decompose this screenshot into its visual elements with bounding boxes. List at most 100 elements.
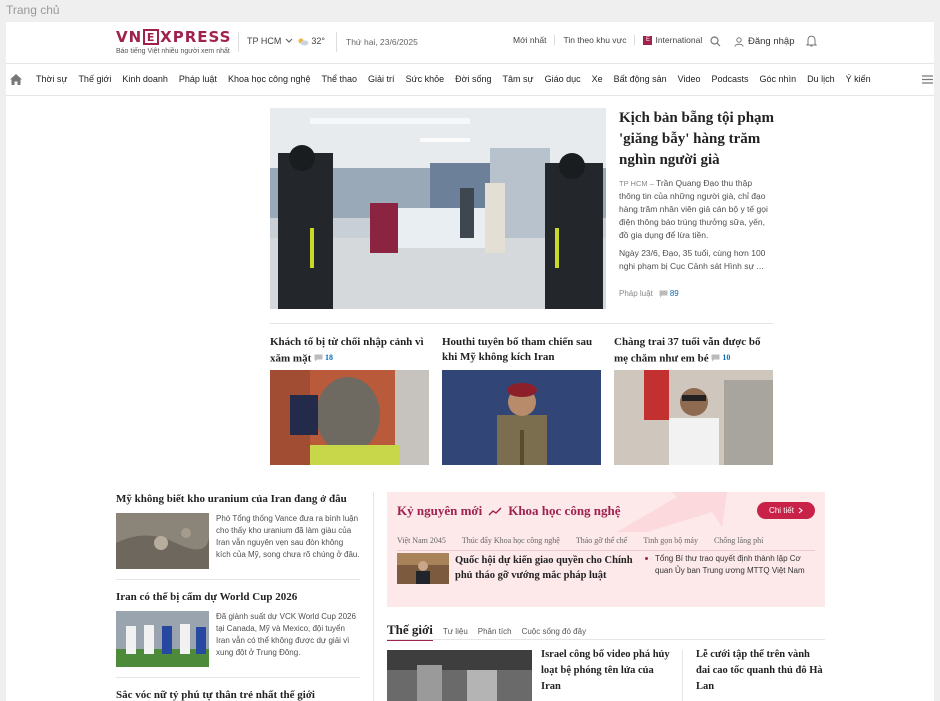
- left-article-title[interactable]: Iran có thể bị cấm dự World Cup 2026: [116, 590, 360, 604]
- nav-item[interactable]: Thể thao: [322, 74, 358, 84]
- bell-icon[interactable]: [806, 35, 817, 47]
- menu-icon[interactable]: [922, 75, 933, 84]
- nav-item[interactable]: Kinh doanh: [122, 74, 168, 84]
- innovation-detail-label: Chi tiết: [769, 506, 794, 515]
- chevron-right-icon: [798, 507, 803, 514]
- chevron-down-icon: [285, 38, 293, 43]
- left-article[interactable]: Iran có thể bị cấm dự World Cup 2026 Đã …: [116, 590, 360, 667]
- nav-item[interactable]: Sức khỏe: [406, 74, 445, 84]
- sub-article-title-text: Khách tố bị từ chối nhập cảnh vì xăm mặt: [270, 336, 424, 365]
- innovation-heading-left: Kỷ nguyên mới: [397, 503, 483, 518]
- sub-article[interactable]: Khách tố bị từ chối nhập cảnh vì xăm mặt…: [270, 335, 432, 465]
- nav-item[interactable]: Video: [678, 74, 701, 84]
- innovation-tab[interactable]: Tháo gỡ thể chế: [576, 536, 628, 545]
- left-article-title[interactable]: Mỹ không biết kho uranium của Iran đang …: [116, 492, 360, 506]
- logo-text-right: XPRESS: [160, 28, 232, 46]
- hero-image[interactable]: [270, 108, 606, 309]
- comment-icon: [711, 354, 720, 361]
- innovation-heading[interactable]: Kỷ nguyên mới Khoa học công nghệ: [397, 503, 621, 519]
- left-article-image[interactable]: [116, 611, 209, 667]
- browser-tab-title: Trang chủ: [6, 3, 60, 17]
- logo-text-left: VN: [116, 28, 143, 46]
- sub-article-title[interactable]: Chàng trai 37 tuổi vẫn được bố mẹ chăm n…: [614, 335, 776, 367]
- left-article-description: Đã giành suất dự VCK World Cup 2026 tại …: [216, 612, 356, 657]
- innovation-article-image[interactable]: [397, 553, 449, 584]
- nav-item[interactable]: Giáo dục: [545, 74, 581, 84]
- the-gioi-link[interactable]: Tư liệu: [443, 627, 468, 636]
- innovation-side-text: Tổng Bí thư trao quyết định thành lập Cơ…: [655, 554, 805, 575]
- nav-item[interactable]: Thời sự: [36, 74, 67, 84]
- sub-article[interactable]: Chàng trai 37 tuổi vẫn được bố mẹ chăm n…: [614, 335, 776, 465]
- sub-article-comment-count[interactable]: 10: [711, 350, 730, 365]
- page: VN E XPRESS Báo tiếng Việt nhiều người x…: [6, 22, 934, 701]
- sub-article-image[interactable]: [614, 370, 773, 465]
- innovation-main-title[interactable]: Quốc hội dự kiến giao quyền cho Chính ph…: [455, 553, 633, 583]
- innovation-side-item[interactable]: Tổng Bí thư trao quyết định thành lập Cơ…: [645, 553, 815, 577]
- the-gioi-article-image[interactable]: [387, 650, 532, 701]
- logo-tagline: Báo tiếng Việt nhiều người xem nhất: [116, 48, 230, 55]
- nav-item[interactable]: Podcasts: [712, 74, 749, 84]
- location-selector[interactable]: TP HCM 32°: [247, 36, 325, 46]
- left-article[interactable]: Sắc vóc nữ tỷ phú tự thân trẻ nhất thế g…: [116, 688, 360, 701]
- hero-comment-count[interactable]: 89: [659, 289, 679, 298]
- decorative-arrow-graphic: [617, 492, 727, 532]
- the-gioi-link[interactable]: Cuộc sống đó đây: [522, 627, 587, 636]
- nav-item[interactable]: Du lịch: [807, 74, 835, 84]
- innovation-tab[interactable]: Chống lãng phí: [714, 536, 763, 545]
- hero-description: TP HCM – Trần Quang Đạo thu thập thông t…: [619, 177, 774, 242]
- nav-item[interactable]: Khoa học công nghệ: [228, 74, 311, 84]
- nav-item[interactable]: Đời sống: [455, 74, 491, 84]
- innovation-detail-button[interactable]: Chi tiết: [757, 502, 815, 519]
- location-dash: –: [647, 179, 656, 188]
- header-divider: [336, 32, 337, 52]
- left-article-description: Phó Tổng thống Vance đưa ra bình luận ch…: [216, 514, 360, 559]
- weather-widget: 32°: [297, 36, 325, 46]
- nav-item[interactable]: Thế giới: [78, 74, 111, 84]
- hero-location: TP HCM: [619, 179, 648, 188]
- site-logo[interactable]: VN E XPRESS Báo tiếng Việt nhiều người x…: [116, 28, 231, 55]
- nav-item[interactable]: Xe: [592, 74, 603, 84]
- header-links: Mới nhất Tin theo khu vực E Internationa…: [505, 35, 710, 45]
- the-gioi-article-title[interactable]: Lễ cưới tập thể trên vành đai cao tốc qu…: [696, 647, 826, 695]
- sub-article-image[interactable]: [270, 370, 429, 465]
- sub-article[interactable]: Houthi tuyên bố tham chiến sau khi Mỹ kh…: [442, 335, 604, 465]
- nav-item[interactable]: Giải trí: [368, 74, 395, 84]
- link-latest[interactable]: Mới nhất: [505, 35, 556, 45]
- search-icon[interactable]: [710, 36, 721, 47]
- innovation-heading-right: Khoa học công nghệ: [508, 503, 621, 518]
- user-icon: [734, 36, 744, 47]
- the-gioi-article-title[interactable]: Israel công bố video phá hủy loạt bệ phó…: [541, 647, 671, 695]
- sub-article-title[interactable]: Houthi tuyên bố tham chiến sau khi Mỹ kh…: [442, 335, 604, 367]
- innovation-tab[interactable]: Thúc đẩy Khoa học công nghệ: [462, 536, 560, 545]
- link-international[interactable]: E International: [635, 35, 710, 45]
- innovation-tab[interactable]: Việt Nam 2045: [397, 536, 446, 545]
- nav-item[interactable]: Tâm sự: [503, 74, 534, 84]
- left-article-title[interactable]: Sắc vóc nữ tỷ phú tự thân trẻ nhất thế g…: [116, 688, 360, 701]
- logo-wordmark: VN E XPRESS: [116, 28, 231, 46]
- link-international-label: International: [655, 35, 703, 45]
- innovation-tab[interactable]: Tinh gọn bộ máy: [643, 536, 698, 545]
- hero-title[interactable]: Kịch bản bẵng tội phạm 'giăng bẫy' hàng …: [619, 108, 779, 171]
- sub-article-comment-count[interactable]: 18: [314, 350, 333, 365]
- home-icon[interactable]: [9, 73, 23, 86]
- divider: [116, 579, 360, 580]
- sub-article-title[interactable]: Khách tố bị từ chối nhập cảnh vì xăm mặt…: [270, 335, 432, 367]
- left-article-image[interactable]: [116, 513, 209, 569]
- comment-icon: [314, 354, 323, 361]
- link-regional-news[interactable]: Tin theo khu vực: [555, 35, 636, 45]
- column-divider: [373, 492, 374, 701]
- divider: [387, 639, 825, 640]
- the-gioi-link[interactable]: Phân tích: [478, 627, 512, 636]
- comment-count: 89: [669, 289, 679, 298]
- comment-count: 10: [722, 353, 731, 362]
- login-button[interactable]: Đăng nhập: [734, 36, 794, 47]
- left-article[interactable]: Mỹ không biết kho uranium của Iran đang …: [116, 492, 360, 569]
- nav-item[interactable]: Ý kiến: [846, 74, 871, 84]
- sub-article-image[interactable]: [442, 370, 601, 465]
- innovation-box: Kỷ nguyên mới Khoa học công nghệ Chi tiế…: [387, 492, 825, 607]
- nav-item[interactable]: Bất động sản: [614, 74, 667, 84]
- hero-category[interactable]: Pháp luật: [619, 289, 653, 298]
- nav-item[interactable]: Góc nhìn: [760, 74, 797, 84]
- comment-icon: [659, 290, 668, 297]
- nav-item[interactable]: Pháp luật: [179, 74, 217, 84]
